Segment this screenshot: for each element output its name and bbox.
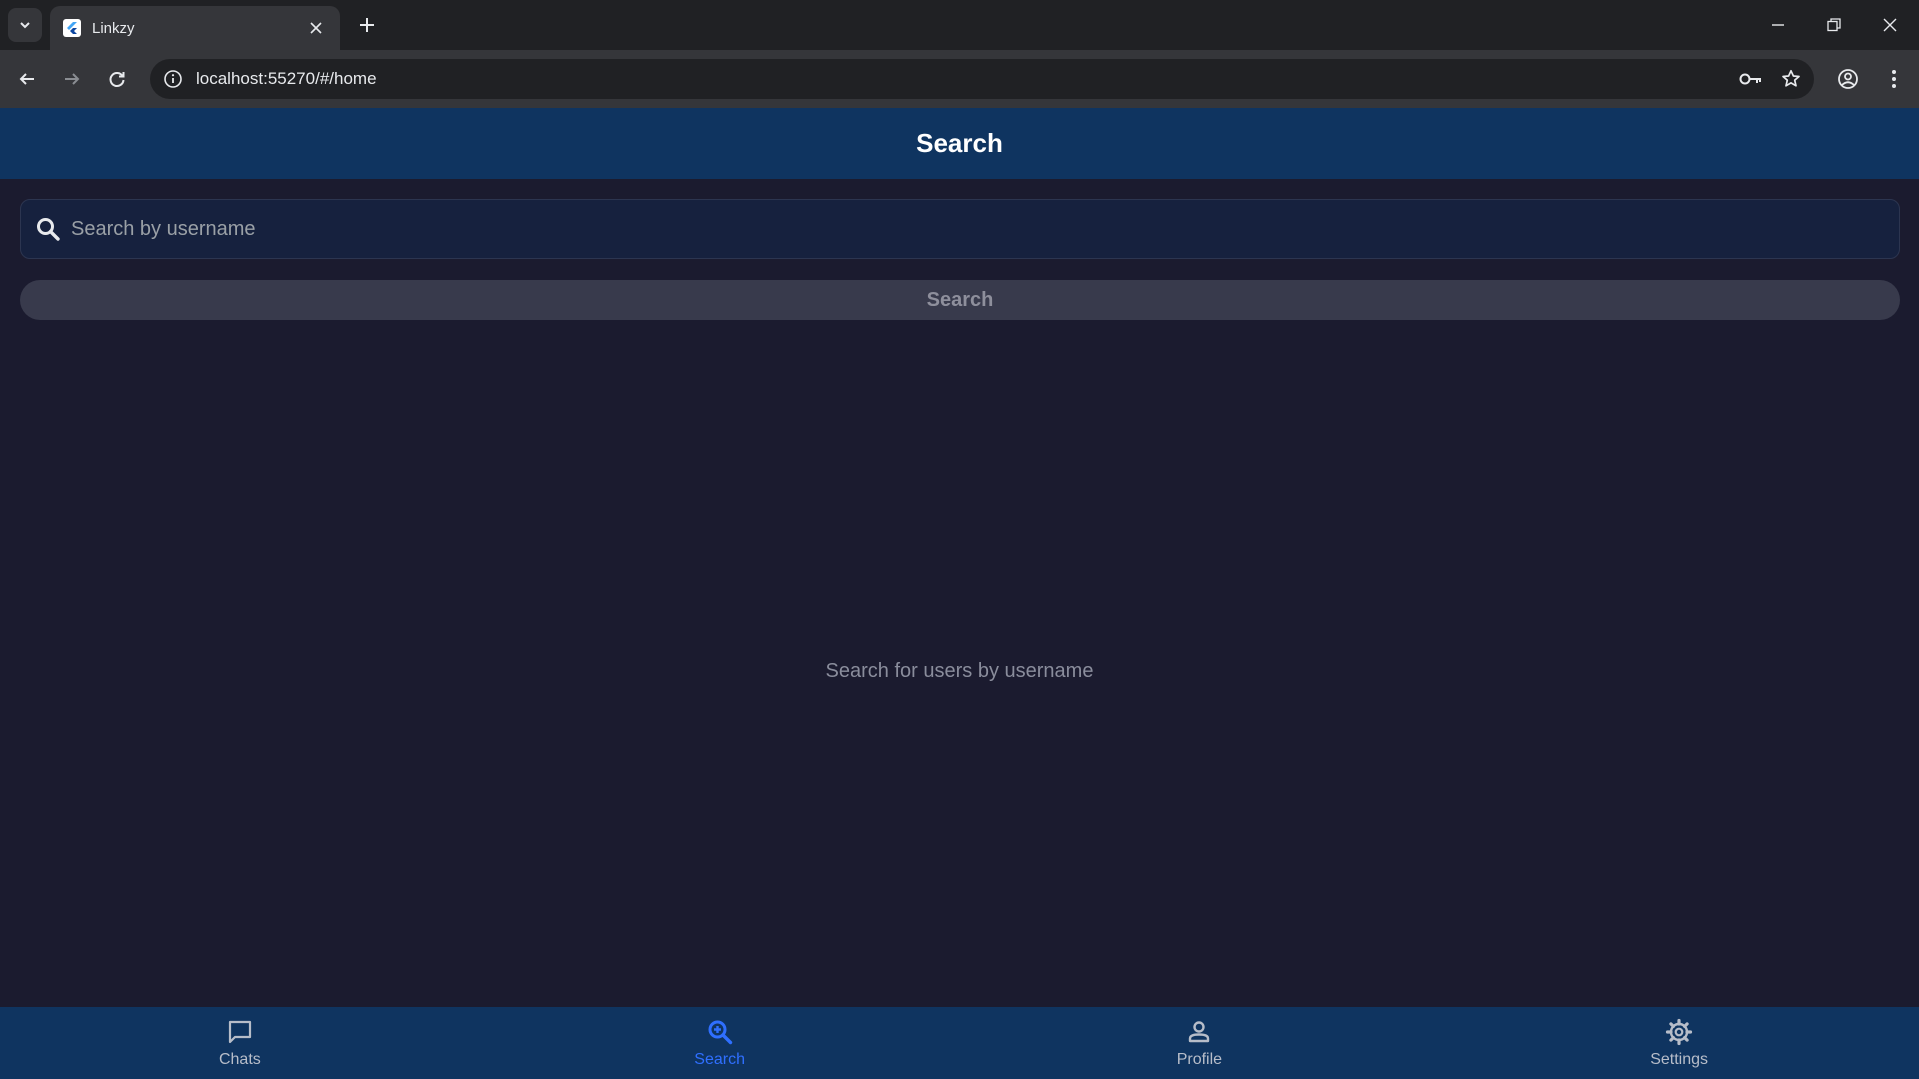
tab-search-button[interactable] xyxy=(8,8,42,42)
new-tab-button[interactable] xyxy=(352,10,382,40)
more-vert-icon xyxy=(1892,70,1896,88)
plus-icon xyxy=(360,18,374,32)
browser-tab-strip: Linkzy xyxy=(0,0,1919,50)
bookmark-star-icon[interactable] xyxy=(1774,62,1808,96)
nav-label-chats: Chats xyxy=(218,1051,261,1068)
site-info-icon[interactable] xyxy=(160,66,186,92)
flutter-icon xyxy=(62,18,82,38)
arrow-right-icon xyxy=(65,73,80,85)
chevron-down-icon xyxy=(20,22,30,29)
forward-button[interactable] xyxy=(55,62,89,96)
empty-state-message: Search for users by username xyxy=(825,660,1094,682)
reload-button[interactable] xyxy=(100,62,134,96)
password-key-icon[interactable] xyxy=(1734,62,1768,96)
address-bar[interactable]: localhost:55270/#/home xyxy=(150,59,1814,99)
tab-title: Linkzy xyxy=(92,19,135,37)
nav-item-chats[interactable]: Chats xyxy=(0,1007,480,1079)
nav-label-settings: Settings xyxy=(1650,1051,1709,1068)
nav-label-profile: Profile xyxy=(1176,1051,1223,1068)
profile-button[interactable] xyxy=(1831,62,1865,96)
nav-item-profile[interactable]: Profile xyxy=(960,1007,1440,1079)
url-text: localhost:55270/#/home xyxy=(196,69,377,88)
account-circle-icon xyxy=(1838,69,1858,89)
search-zoom-icon xyxy=(705,1017,735,1047)
chat-bubble-icon xyxy=(225,1017,255,1047)
person-icon xyxy=(1184,1017,1214,1047)
close-icon xyxy=(1883,18,1897,32)
nav-label-search: Search xyxy=(694,1051,745,1068)
app-bar: Search xyxy=(0,108,1919,179)
browser-toolbar: localhost:55270/#/home xyxy=(0,50,1919,108)
nav-item-search[interactable]: Search xyxy=(480,1007,960,1079)
gear-icon xyxy=(1664,1017,1694,1047)
arrow-left-icon xyxy=(19,73,34,85)
browser-menu-button[interactable] xyxy=(1877,62,1911,96)
search-button[interactable]: Search xyxy=(20,280,1900,320)
reload-icon xyxy=(109,72,125,87)
minimize-button[interactable] xyxy=(1758,8,1798,42)
close-icon[interactable] xyxy=(304,16,328,40)
bottom-navigation: Chats Search Profile Settings xyxy=(0,1007,1919,1079)
minimize-icon xyxy=(1772,24,1784,26)
restore-button[interactable] xyxy=(1814,8,1854,42)
page-title: Search xyxy=(916,128,1003,158)
restore-icon xyxy=(1827,18,1841,32)
search-field[interactable] xyxy=(20,199,1900,259)
window-close-button[interactable] xyxy=(1870,8,1910,42)
browser-tab[interactable]: Linkzy xyxy=(50,6,340,50)
search-icon xyxy=(33,214,63,244)
back-button[interactable] xyxy=(10,62,44,96)
nav-item-settings[interactable]: Settings xyxy=(1439,1007,1919,1079)
search-input[interactable] xyxy=(71,200,1899,258)
